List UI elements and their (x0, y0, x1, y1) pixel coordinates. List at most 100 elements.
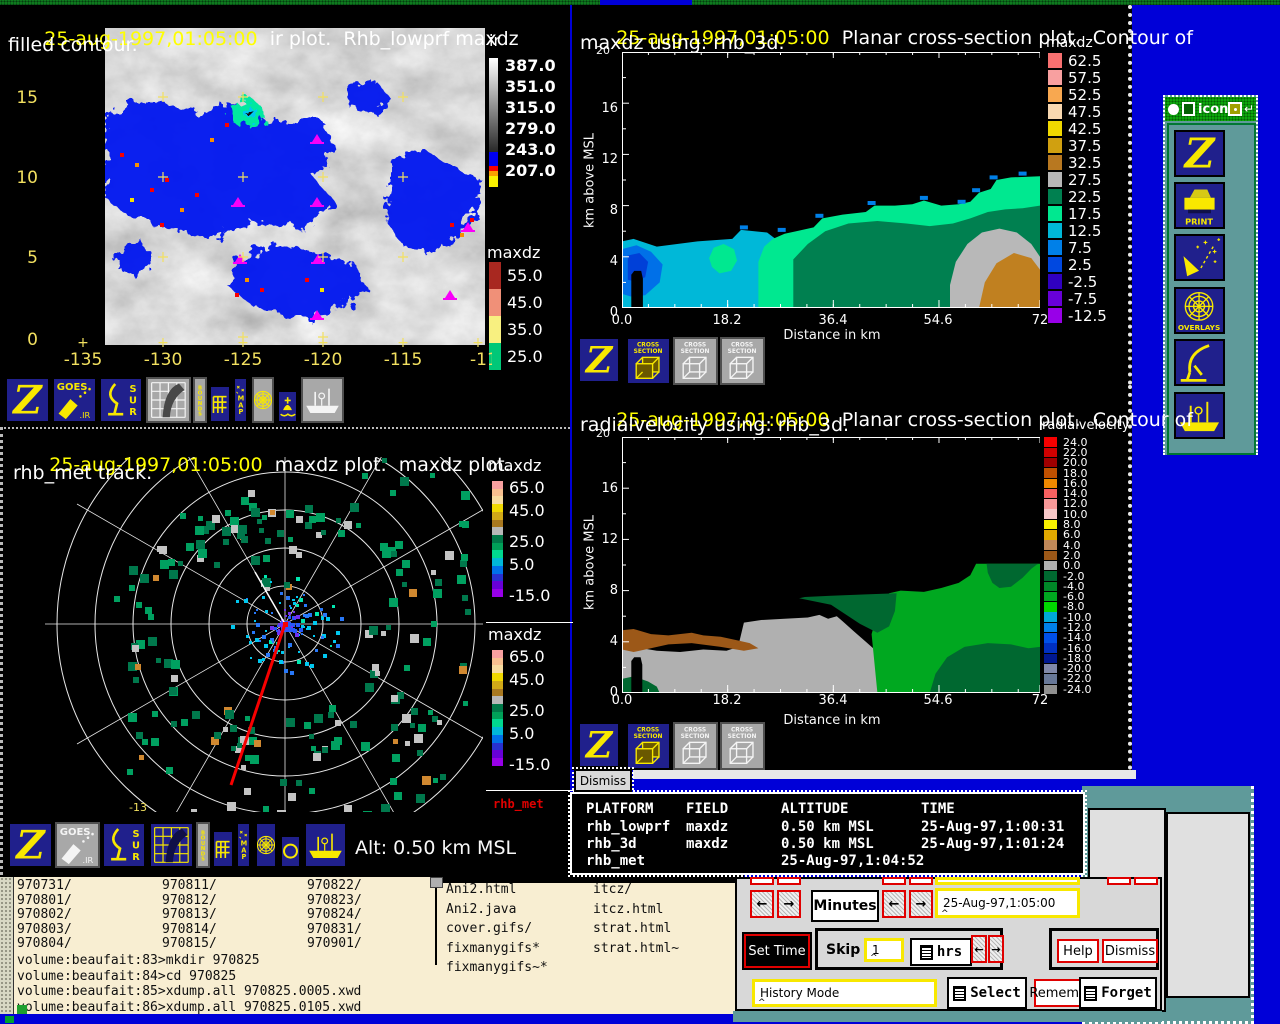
goes-ir-button[interactable]: GOES.IR (52, 377, 97, 423)
polar-grid-button[interactable] (255, 822, 277, 868)
y-tick-label: 8 (598, 583, 618, 598)
sur-radar-button[interactable]: SUR (99, 377, 143, 423)
zebra-logo-icon: Z (1176, 132, 1223, 175)
step-forward-button[interactable]: → (988, 935, 1004, 963)
grid-button[interactable] (209, 385, 231, 423)
help-button[interactable]: Help (1057, 939, 1099, 963)
svg-text:CROSS: CROSS (684, 727, 706, 733)
goes-ir-button[interactable]: GOES.IR (55, 822, 100, 868)
cross-section-button[interactable]: CROSSSECTION (626, 337, 671, 385)
cross-section-button[interactable]: CROSSSECTION (673, 337, 718, 385)
map-button[interactable]: MAP (233, 377, 248, 423)
bounds-button[interactable]: BOUNDS (193, 377, 207, 423)
table-dismiss-button[interactable]: Dismiss (574, 769, 632, 792)
zebra-logo-button[interactable]: Z (578, 337, 620, 383)
clipped-button[interactable] (777, 877, 801, 885)
colorbar-chip (492, 574, 503, 582)
radar-grid-icon (148, 379, 189, 421)
cross-section-button[interactable]: CROSSSECTION (720, 722, 765, 770)
clipped-button[interactable] (882, 877, 906, 885)
map-button[interactable]: MAP (236, 822, 251, 868)
forget-menu-button[interactable]: Forget (1079, 977, 1157, 1009)
minutes-button[interactable]: Minutes (811, 890, 879, 922)
ir-satellite-image[interactable] (105, 28, 485, 345)
colorbar-chip (1048, 223, 1062, 238)
radar-grid-button[interactable] (146, 377, 191, 423)
colorbar-chip (1048, 206, 1062, 221)
y-tick-label: 12 (598, 152, 618, 167)
radar-dish-button[interactable] (1174, 339, 1225, 386)
clipped-button[interactable] (1134, 877, 1158, 885)
ship-button[interactable] (304, 822, 347, 868)
sur-radar-button[interactable]: SUR (102, 822, 146, 868)
ir-plot-window: 25-aug-1997,01:05:00 ir plot. Rhb_lowprf… (0, 5, 570, 427)
svg-text:SECTION: SECTION (728, 734, 757, 740)
menu-icon (1084, 986, 1097, 1001)
grid-button[interactable] (212, 830, 234, 868)
time-input[interactable]: 25-Aug-97,1:05:00^ (935, 888, 1080, 918)
terminal-scrollbar[interactable] (0, 877, 14, 1016)
resize-handle[interactable] (430, 877, 443, 888)
plot-title: maxdz plot. maxdz plot. (263, 454, 511, 476)
satellite-button[interactable] (1174, 234, 1225, 281)
dismiss-button[interactable]: Dismiss (1102, 939, 1158, 963)
colorbar-chip (1048, 189, 1062, 204)
polar-grid-button[interactable] (252, 377, 274, 423)
colorbar-chip (1044, 612, 1057, 622)
axis-cross-mark: + (315, 335, 331, 351)
terminal-window[interactable]: 970731/970811/970822/970801/970812/97082… (0, 875, 744, 1014)
axis-cross-mark: + (470, 335, 486, 351)
colorbar-chip (492, 581, 503, 589)
cross-section-button[interactable]: CROSSSECTION (626, 722, 671, 770)
buoy-button[interactable] (277, 390, 298, 423)
cross-section-plot[interactable] (622, 437, 1040, 697)
radar-ppi-plot[interactable] (3, 457, 483, 812)
print-button[interactable]: PRINT (1174, 182, 1225, 229)
set-time-label: Set Time (748, 944, 805, 959)
colorbar-entry: 25.0 (489, 343, 543, 370)
zebra-logo-button[interactable]: Z (5, 377, 50, 423)
overlays-button[interactable]: OVERLAYS (1174, 287, 1225, 334)
select-menu-button[interactable]: Select (947, 977, 1027, 1009)
zebra-logo-button[interactable]: Z (578, 722, 620, 768)
colorbar-chip (492, 712, 503, 720)
ship-button[interactable] (301, 377, 344, 423)
step-forward-button[interactable]: → (777, 890, 801, 918)
step-back-button[interactable]: ← (971, 935, 987, 963)
colorbar-chip (1044, 520, 1057, 530)
colorbar-label: -24.0 (1063, 683, 1091, 696)
select-label: Select (970, 985, 1021, 1001)
bounds-button[interactable]: BOUNDS (196, 822, 210, 868)
y-tick-label: 4 (598, 254, 618, 269)
hrs-menu-button[interactable]: hrs (910, 938, 972, 966)
step-back-button[interactable]: ← (750, 890, 774, 918)
history-mode-field[interactable]: History Mode^ (752, 979, 937, 1007)
cross-section-button[interactable]: CROSSSECTION (720, 337, 765, 385)
step-back-button[interactable]: ← (882, 890, 906, 918)
colorbar-chip (492, 543, 503, 551)
x-tick-label: 54.6 (913, 313, 963, 328)
step-forward-button[interactable]: → (909, 890, 933, 918)
y-tick-label: 4 (598, 634, 618, 649)
clipped-button[interactable] (750, 877, 774, 885)
clipped-button[interactable] (1107, 877, 1131, 885)
circle-button[interactable] (280, 835, 301, 868)
colorbar-chip (492, 696, 503, 704)
colorbar-chip (1048, 240, 1062, 255)
clipped-field[interactable] (935, 877, 1080, 885)
maxdz-colorbar: 62.557.552.547.542.537.532.527.522.517.5… (1048, 52, 1107, 324)
cross-section-plot[interactable] (622, 52, 1040, 312)
zebra-logo-button[interactable]: Z (1174, 130, 1225, 177)
maxdz-colorbar: 55.045.035.025.0 (489, 262, 543, 370)
set-time-button[interactable]: Set Time (742, 932, 812, 970)
table-cell: 25-Aug-97,1:04:52 (781, 853, 921, 869)
skip-input[interactable]: 1^ (864, 938, 904, 962)
y-tick-label: 12 (598, 532, 618, 547)
colorbar-entry: 37.5 (1048, 137, 1107, 154)
zebra-logo-button[interactable]: Z (8, 822, 53, 868)
colorbar-label: -15.0 (509, 586, 550, 605)
cross-section-button[interactable]: CROSSSECTION (673, 722, 718, 770)
radar-grid-button[interactable] (149, 822, 194, 868)
clipped-button[interactable] (909, 877, 933, 885)
svg-text:PRINT: PRINT (1185, 216, 1213, 226)
